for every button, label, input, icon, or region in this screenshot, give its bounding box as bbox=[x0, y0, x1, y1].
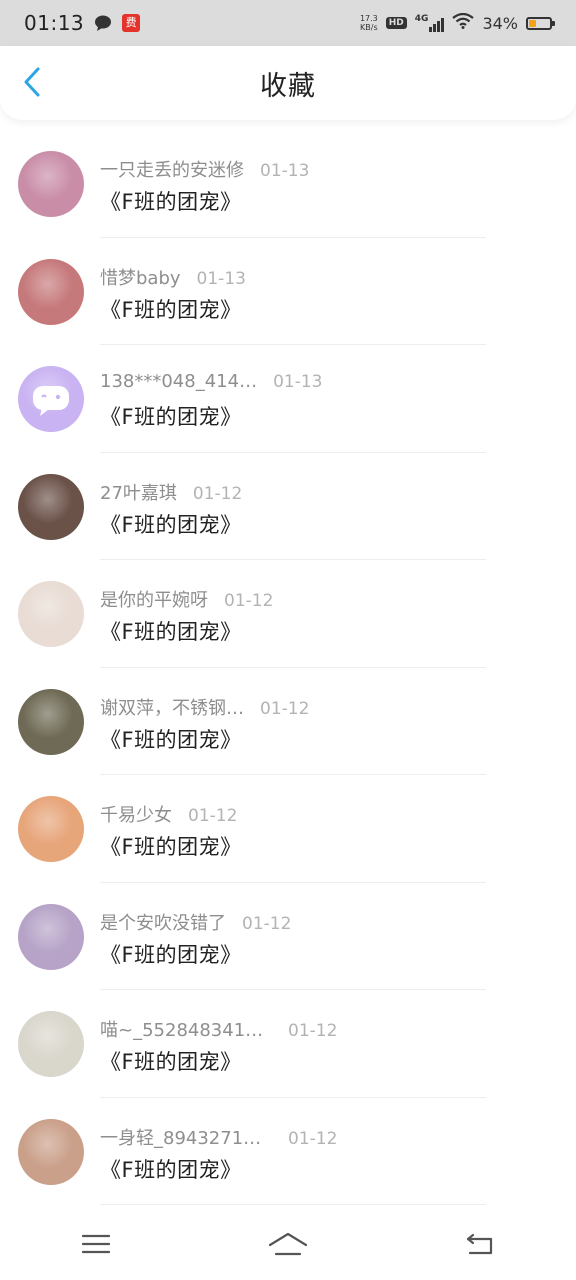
item-title: 《F班的团宠》 bbox=[100, 620, 242, 644]
menu-button[interactable] bbox=[66, 1224, 126, 1264]
back-nav-button[interactable] bbox=[450, 1224, 510, 1264]
home-button[interactable] bbox=[258, 1224, 318, 1264]
network-speed-unit: KB/s bbox=[360, 23, 378, 32]
app-notification-icon: 费 bbox=[122, 14, 141, 32]
item-date: 01-12 bbox=[260, 698, 310, 719]
message-notification-icon bbox=[94, 15, 112, 31]
back-button[interactable] bbox=[14, 64, 50, 100]
system-nav-bar bbox=[0, 1208, 576, 1280]
item-title: 《F班的团宠》 bbox=[100, 835, 242, 859]
user-name: 27叶嘉琪 bbox=[100, 482, 177, 504]
page-title: 收藏 bbox=[260, 70, 316, 102]
item-title: 《F班的团宠》 bbox=[100, 727, 242, 752]
battery-icon bbox=[526, 16, 555, 30]
avatar[interactable] bbox=[18, 473, 84, 540]
user-name: 是你的平婉呀 bbox=[100, 590, 208, 611]
list-item[interactable]: 一身轻_8943271… 01-12 《F班的团宠》 bbox=[0, 1098, 576, 1206]
status-bar: 01:13 费 17.3 KB/s HD 4G 34% bbox=[0, 0, 576, 46]
user-name: 惜梦baby bbox=[100, 267, 181, 289]
wifi-icon bbox=[452, 12, 475, 33]
list-item[interactable]: 27叶嘉琪 01-12 《F班的团宠》 bbox=[0, 453, 576, 561]
list-item[interactable]: 谢双萍，不锈钢… 01-12 《F班的团宠》 bbox=[0, 668, 576, 776]
avatar[interactable] bbox=[18, 366, 84, 432]
user-name: 一身轻_8943271… bbox=[100, 1127, 262, 1149]
status-time: 01:13 bbox=[24, 11, 85, 35]
item-date: 01-12 bbox=[242, 913, 292, 934]
user-name: 千易少女 bbox=[100, 805, 172, 826]
avatar[interactable] bbox=[18, 1011, 84, 1077]
home-icon bbox=[268, 1232, 308, 1256]
user-name: 喵~_552848341… bbox=[100, 1020, 264, 1041]
item-date: 01-12 bbox=[288, 1128, 338, 1149]
avatar[interactable] bbox=[18, 581, 84, 647]
battery-percent: 34% bbox=[482, 13, 518, 33]
menu-icon bbox=[81, 1234, 111, 1254]
favorites-list: 一只走丢的安迷修 01-13 《F班的团宠》 惜梦baby 01-13 《F班的团宠… bbox=[0, 130, 576, 1205]
network-speed: 17.3 KB/s bbox=[360, 14, 378, 32]
list-item[interactable]: 喵~_552848341… 01-12 《F班的团宠》 bbox=[0, 990, 576, 1098]
network-type-label: 4G bbox=[414, 14, 429, 24]
list-item[interactable]: 138***048_414… 01-13 《F班的团宠》 bbox=[0, 345, 576, 453]
hd-voice-icon: HD bbox=[385, 17, 407, 29]
chevron-left-icon bbox=[24, 67, 40, 97]
item-date: 01-12 bbox=[224, 591, 274, 611]
item-date: 01-13 bbox=[273, 372, 323, 392]
list-item[interactable]: 一只走丢的安迷修 01-13 《F班的团宠》 bbox=[0, 130, 576, 238]
avatar[interactable] bbox=[18, 796, 84, 862]
item-title: 《F班的团宠》 bbox=[100, 190, 242, 214]
item-date: 01-12 bbox=[288, 1021, 338, 1041]
list-item[interactable]: 是你的平婉呀 01-12 《F班的团宠》 bbox=[0, 560, 576, 668]
item-date: 01-12 bbox=[188, 806, 238, 826]
item-title: 《F班的团宠》 bbox=[100, 942, 242, 967]
default-avatar-chat-icon bbox=[33, 386, 69, 416]
cellular-signal-icon: 4G bbox=[415, 14, 445, 32]
user-name: 一只走丢的安迷修 bbox=[100, 160, 244, 181]
return-icon bbox=[466, 1233, 493, 1255]
header-bar: 收藏 bbox=[0, 46, 576, 120]
network-speed-value: 17.3 bbox=[359, 14, 378, 23]
avatar[interactable] bbox=[18, 903, 84, 970]
list-item[interactable]: 惜梦baby 01-13 《F班的团宠》 bbox=[0, 238, 576, 346]
avatar[interactable] bbox=[18, 1118, 84, 1185]
item-date: 01-12 bbox=[192, 483, 243, 504]
item-date: 01-13 bbox=[260, 161, 310, 181]
list-item[interactable]: 是个安吹没错了 01-12 《F班的团宠》 bbox=[0, 883, 576, 991]
item-title: 《F班的团宠》 bbox=[100, 512, 242, 537]
user-name: 是个安吹没错了 bbox=[100, 912, 226, 934]
item-title: 《F班的团宠》 bbox=[100, 1050, 242, 1074]
avatar[interactable] bbox=[18, 688, 84, 755]
avatar[interactable] bbox=[18, 151, 84, 217]
item-title: 《F班的团宠》 bbox=[100, 1157, 242, 1182]
user-name: 谢双萍，不锈钢… bbox=[100, 697, 244, 719]
list-item[interactable]: 千易少女 01-12 《F班的团宠》 bbox=[0, 775, 576, 883]
item-title: 《F班的团宠》 bbox=[100, 297, 242, 322]
item-title: 《F班的团宠》 bbox=[100, 405, 242, 429]
item-date: 01-13 bbox=[196, 268, 246, 289]
avatar[interactable] bbox=[18, 258, 84, 325]
user-name: 138***048_414… bbox=[100, 371, 258, 392]
